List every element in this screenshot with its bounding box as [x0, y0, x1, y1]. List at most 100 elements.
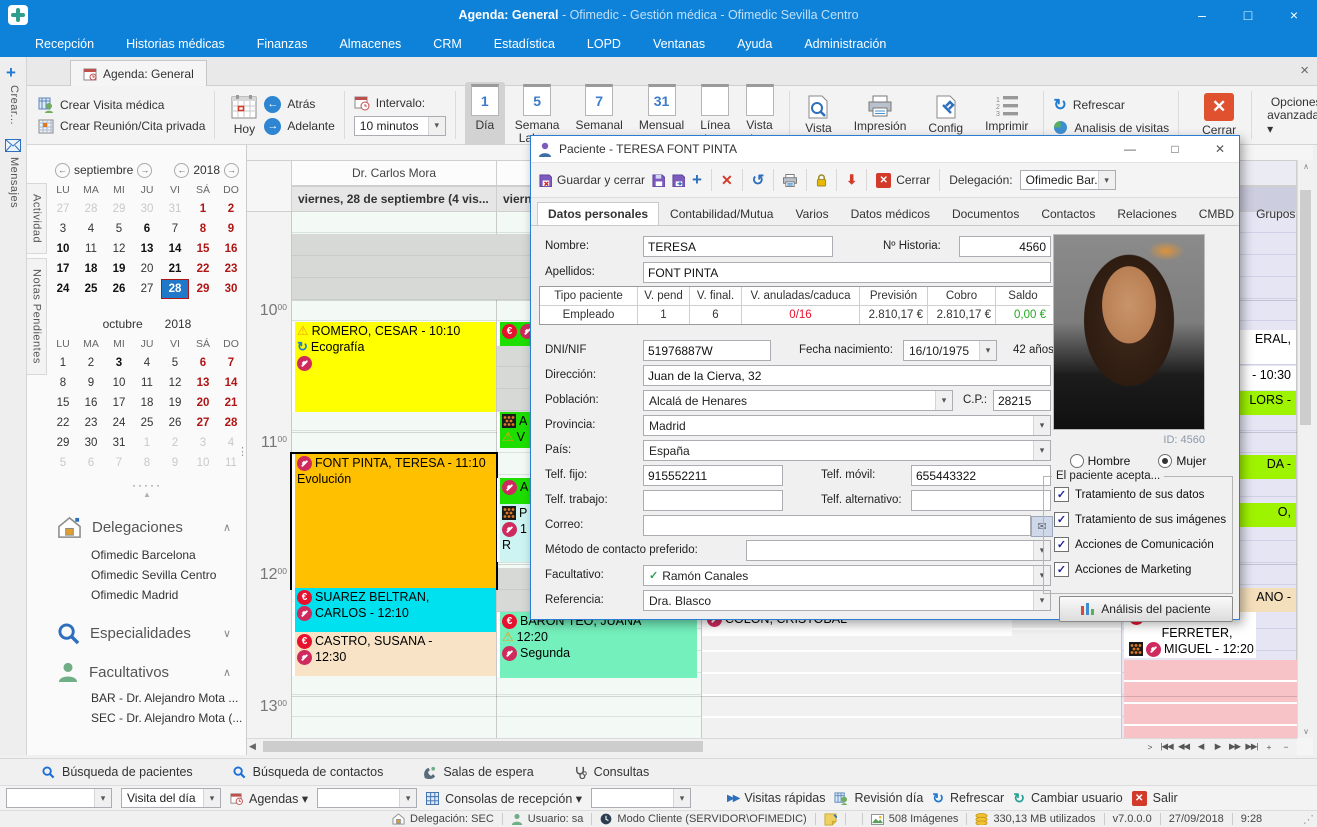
- sidebar-section-facultativos[interactable]: Facultativos∧: [57, 662, 245, 682]
- calendar-day[interactable]: 7: [105, 453, 133, 473]
- calendar-day[interactable]: 30: [133, 199, 161, 219]
- tool-button-config[interactable]: Config: [922, 93, 969, 137]
- scroll-left-icon[interactable]: ◀: [249, 741, 256, 752]
- pais-select[interactable]: España▾: [643, 440, 1051, 461]
- quick-button-visitas-r-pidas[interactable]: ▶▶Visitas rápidas: [727, 791, 825, 805]
- menu-item-historias-m-dicas[interactable]: Historias médicas: [126, 37, 225, 51]
- facultativo-select[interactable]: ✓Ramón Canales▾: [643, 565, 1051, 586]
- calendar-day[interactable]: 26: [105, 279, 133, 299]
- create-visit-button[interactable]: Crear Visita médica: [38, 97, 205, 113]
- sidebar-tab-actividad[interactable]: Actividad: [27, 183, 47, 254]
- grid-nav-button[interactable]: >: [1142, 740, 1157, 753]
- calendar-day[interactable]: 24: [105, 413, 133, 433]
- calendar-day[interactable]: 22: [189, 259, 217, 279]
- calendar-day[interactable]: 25: [133, 413, 161, 433]
- menu-item-crm[interactable]: CRM: [433, 37, 461, 51]
- menu-item-ventanas[interactable]: Ventanas: [653, 37, 705, 51]
- calendar-day[interactable]: 11: [133, 373, 161, 393]
- calendar-day[interactable]: 28: [161, 279, 189, 299]
- bottom-toolbar-select[interactable]: ▾: [591, 788, 691, 808]
- quick-button-cambiar-usuario[interactable]: ↻Cambiar usuario: [1013, 790, 1122, 807]
- splitter-collapse-icon[interactable]: ▲: [49, 490, 245, 499]
- quick-button-revisión-d-a[interactable]: Revisión día: [834, 791, 923, 805]
- menu-item-finanzas[interactable]: Finanzas: [257, 37, 308, 51]
- correo-field[interactable]: [643, 515, 1031, 536]
- bottom-toolbar-select[interactable]: ▾: [6, 788, 112, 808]
- calendar-day[interactable]: 23: [77, 413, 105, 433]
- rail-messages-label[interactable]: Mensajes: [8, 157, 20, 208]
- section-chevron-icon[interactable]: ∧: [223, 521, 231, 534]
- dialog-toolbar-floppy-button[interactable]: [652, 174, 665, 187]
- gender-male-radio[interactable]: Hombre: [1070, 454, 1131, 468]
- calendar-day[interactable]: 5: [105, 219, 133, 239]
- calendar-day[interactable]: 3: [49, 219, 77, 239]
- calendar-day[interactable]: 15: [189, 239, 217, 259]
- consent-checkbox-row[interactable]: ✓Tratamiento de sus imágenes: [1054, 512, 1232, 527]
- quick-button-salir[interactable]: ✕Salir: [1132, 791, 1178, 806]
- today-button[interactable]: Hoy: [224, 92, 264, 138]
- back-button[interactable]: ←Atrás: [264, 96, 334, 113]
- section-chevron-icon[interactable]: ∨: [223, 627, 231, 640]
- grid-nav-button[interactable]: ▶▶|: [1244, 740, 1259, 753]
- calendar-day[interactable]: 8: [133, 453, 161, 473]
- calendar-day[interactable]: 27: [189, 413, 217, 433]
- scroll-down-icon[interactable]: ∨: [1298, 727, 1314, 736]
- calendar-day[interactable]: 3: [105, 353, 133, 373]
- dialog-close-button[interactable]: ✕: [1201, 142, 1239, 156]
- dialog-toolbar-plus-button[interactable]: +: [692, 170, 702, 190]
- telf-alternativo-field[interactable]: [911, 490, 1051, 511]
- calendar-day[interactable]: 16: [77, 393, 105, 413]
- section-chevron-icon[interactable]: ∧: [223, 666, 231, 679]
- forward-button[interactable]: →Adelante: [264, 118, 334, 135]
- calendar-day[interactable]: 29: [49, 433, 77, 453]
- grid-nav-button[interactable]: |◀◀: [1159, 740, 1174, 753]
- dialog-toolbar-downred-button[interactable]: ⬇: [846, 172, 857, 188]
- apellidos-field[interactable]: [643, 262, 1051, 283]
- calendar-day[interactable]: 13: [133, 239, 161, 259]
- tool-button-vista[interactable]: Vista: [799, 93, 837, 137]
- tool-button-impresión[interactable]: Impresión: [848, 93, 913, 137]
- dialog-toolbar-floppyx-button[interactable]: Guardar y cerrar: [539, 173, 645, 187]
- messages-icon[interactable]: [5, 139, 21, 155]
- calendar-day[interactable]: 21: [161, 259, 189, 279]
- menu-item-recepción[interactable]: Recepción: [35, 37, 94, 51]
- section-item[interactable]: BAR - Dr. Alejandro Mota ...: [49, 688, 245, 708]
- calendar-day[interactable]: 30: [217, 279, 245, 299]
- calendar-day[interactable]: 26: [161, 413, 189, 433]
- grid-nav-button[interactable]: ▶▶: [1227, 740, 1242, 753]
- scroll-up-icon[interactable]: ∧: [1298, 162, 1314, 171]
- section-item[interactable]: SEC - Dr. Alejandro Mota (...: [49, 708, 245, 728]
- grid-nav-button[interactable]: −: [1278, 740, 1293, 753]
- nombre-field[interactable]: [643, 236, 833, 257]
- calendar-day[interactable]: 30: [77, 433, 105, 453]
- tab-agenda-general[interactable]: Agenda: General: [70, 60, 207, 87]
- calendar-day[interactable]: 22: [49, 413, 77, 433]
- dialog-tab-grupos[interactable]: Grupos: [1245, 202, 1306, 225]
- consent-checkbox-row[interactable]: ✓Tratamiento de sus datos: [1054, 487, 1232, 502]
- dialog-toolbar-lock-button[interactable]: [816, 174, 827, 187]
- calendar-day[interactable]: 9: [77, 373, 105, 393]
- next-year-icon[interactable]: →: [224, 163, 239, 178]
- bottom-toolbar-button-consolas-de-recepción-[interactable]: Consolas de recepción ▾: [426, 791, 582, 806]
- grid-nav-button[interactable]: ◀◀: [1176, 740, 1191, 753]
- dialog-tab-datos-personales[interactable]: Datos personales: [537, 202, 659, 225]
- calendar-day[interactable]: 31: [105, 433, 133, 453]
- cp-field[interactable]: [993, 390, 1051, 411]
- dialog-toolbar-closebox-button[interactable]: ✕Cerrar: [876, 173, 930, 188]
- provincia-select[interactable]: Madrid▾: [643, 415, 1051, 436]
- calendar-day[interactable]: 2: [217, 199, 245, 219]
- dialog-toolbar-xred-button[interactable]: ✕: [721, 172, 733, 189]
- gender-female-radio[interactable]: Mujer: [1158, 454, 1206, 468]
- create-plus-icon[interactable]: +: [6, 63, 16, 83]
- calendar-day[interactable]: 14: [217, 373, 245, 393]
- calendar-day[interactable]: 7: [161, 219, 189, 239]
- calendar-day[interactable]: 18: [77, 259, 105, 279]
- tool-button-imprimir[interactable]: 123Imprimir: [979, 93, 1034, 137]
- sidebar-section-delegaciones[interactable]: Delegaciones∧: [57, 516, 245, 539]
- interval-select[interactable]: 10 minutos▾: [354, 116, 446, 136]
- calendar-day[interactable]: 6: [77, 453, 105, 473]
- visit-analysis-button[interactable]: Analisis de visitas: [1053, 120, 1169, 135]
- bottom-toolbar-button-agendas-[interactable]: Agendas ▾: [230, 791, 308, 806]
- historia-field[interactable]: [959, 236, 1051, 257]
- calendar-day[interactable]: 8: [189, 219, 217, 239]
